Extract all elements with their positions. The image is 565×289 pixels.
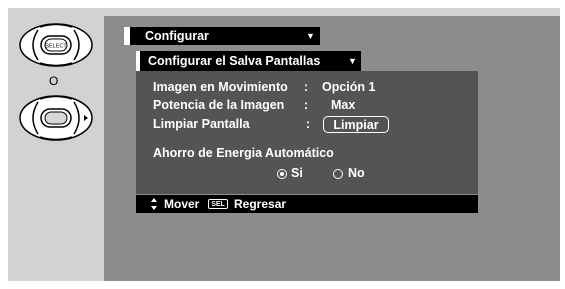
setting-value-potencia[interactable]: Max	[331, 98, 355, 112]
radio-si-icon[interactable]	[277, 169, 287, 179]
submenu-salva-pantallas[interactable]: Configurar el Salva Pantallas ▼	[136, 51, 361, 71]
menu-configurar[interactable]: Configurar ▼	[124, 27, 320, 45]
footer-hint-bar: Mover SEL Regresar	[136, 195, 478, 213]
setting-label-imagen-movimiento: Imagen en Movimiento	[153, 80, 288, 94]
dropdown-arrow-icon: ▼	[348, 56, 357, 66]
setting-label-limpiar: Limpiar Pantalla	[153, 117, 250, 131]
select-label: SELECT	[45, 44, 67, 50]
or-label: O	[49, 74, 59, 88]
move-label: Mover	[164, 197, 200, 211]
back-label: Regresar	[234, 197, 287, 211]
sel-key-icon: SEL	[208, 199, 228, 209]
right-arrow-remote-button[interactable]	[18, 94, 94, 142]
option-si-label[interactable]: Si	[291, 166, 303, 180]
dropdown-arrow-icon: ▼	[306, 31, 315, 41]
menu-title: Configurar	[145, 29, 209, 43]
auto-save-label: Ahorro de Energia Automático	[153, 146, 334, 160]
submenu-title: Configurar el Salva Pantallas	[148, 54, 321, 68]
setting-value-imagen-movimiento[interactable]: Opción 1	[322, 80, 375, 94]
select-remote-button[interactable]: SELECT	[18, 22, 94, 68]
up-down-arrow-icon	[151, 198, 157, 210]
limpiar-button[interactable]: Limpiar	[323, 116, 389, 133]
option-no-label[interactable]: No	[348, 166, 365, 180]
radio-no-icon[interactable]	[333, 169, 343, 179]
setting-label-potencia: Potencia de la Imagen	[153, 98, 285, 112]
